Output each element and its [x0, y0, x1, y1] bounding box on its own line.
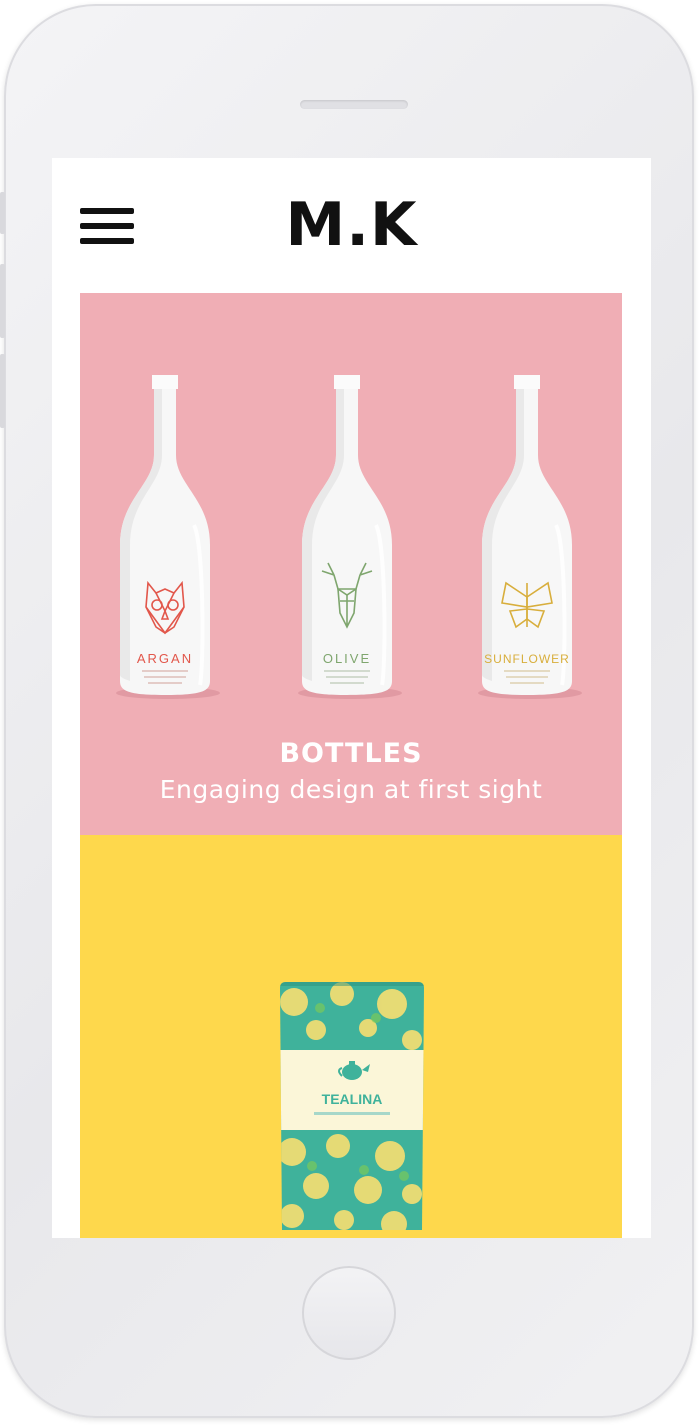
bottle-argan: ARGAN — [116, 375, 220, 699]
site-header: M.K — [52, 158, 651, 293]
portfolio-card-bottles[interactable]: ARGAN OLIVE SUNFLOWER BOTTLES Engaging d… — [80, 293, 622, 835]
volume-down-button — [0, 354, 5, 428]
site-logo[interactable]: M.K — [52, 190, 651, 260]
bottle-label-argan: ARGAN — [137, 651, 193, 666]
bottle-olive: OLIVE — [298, 375, 402, 699]
home-button[interactable] — [302, 1266, 396, 1360]
portfolio-card-subtitle: Engaging design at first sight — [159, 775, 543, 804]
mute-switch — [0, 192, 5, 234]
tea-product-label: TEALINA — [322, 1091, 383, 1107]
bottle-label-olive: OLIVE — [323, 651, 371, 666]
portfolio-card-tea[interactable]: TEALINA — [80, 835, 622, 1238]
bottle-sunflower: SUNFLOWER — [478, 375, 582, 699]
volume-up-button — [0, 264, 5, 338]
speaker-grille — [300, 100, 408, 109]
phone-screen: M.K ARGAN OLIVE SUNFLOWER BOTTLES Engagi… — [52, 158, 651, 1238]
tea-pouch: TEALINA — [280, 982, 424, 1230]
portfolio-card-title: BOTTLES — [279, 738, 423, 769]
bottle-label-sunflower: SUNFLOWER — [484, 652, 570, 666]
